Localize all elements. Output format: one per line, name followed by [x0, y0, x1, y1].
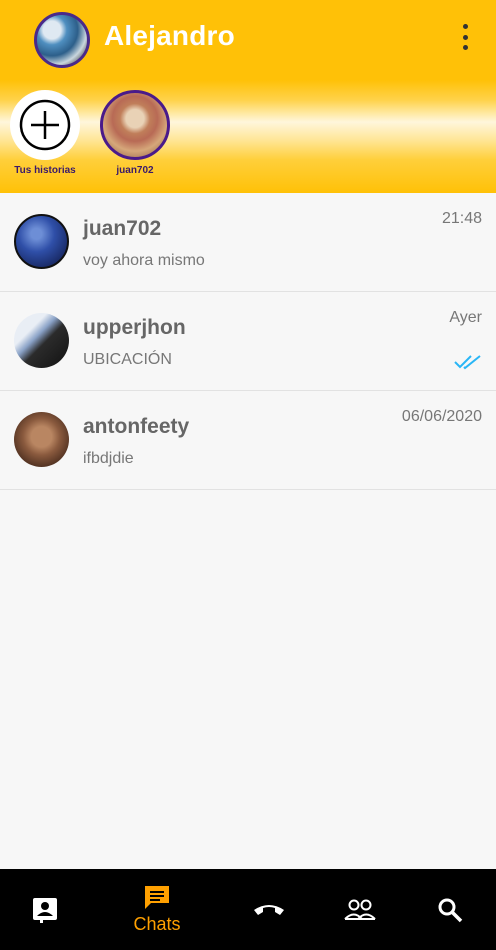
chat-last-message: voy ahora mismo — [83, 252, 205, 269]
nav-calls[interactable] — [245, 869, 293, 950]
story-avatar[interactable] — [100, 90, 170, 160]
chat-time: Ayer — [449, 309, 482, 326]
story-add-own[interactable]: Tus historias — [5, 90, 85, 176]
chat-name: juan702 — [83, 217, 162, 240]
search-icon — [438, 898, 463, 922]
nav-search[interactable] — [426, 869, 474, 950]
avatar[interactable] — [14, 214, 69, 269]
chat-icon — [145, 886, 169, 909]
add-circle-icon — [19, 99, 71, 151]
story-juan702[interactable]: juan702 — [95, 90, 175, 176]
avatar[interactable] — [14, 412, 69, 467]
app-header: Alejandro Tus historias juan702 — [0, 0, 496, 193]
phone-icon — [254, 904, 284, 915]
double-check-icon — [454, 355, 481, 370]
nav-groups[interactable] — [335, 869, 385, 950]
nav-chats[interactable]: Chats — [117, 869, 197, 950]
chat-name: antonfeety — [83, 415, 190, 438]
avatar[interactable] — [14, 313, 69, 368]
chat-row[interactable]: upperjhon UBICACIÓN Ayer — [0, 292, 496, 391]
more-vert-icon[interactable] — [458, 24, 472, 50]
chat-time: 21:48 — [441, 210, 482, 227]
chat-list: juan702 voy ahora mismo 21:48 upperjhon … — [0, 193, 496, 490]
chat-row[interactable]: antonfeety ifbdjdie 06/06/2020 — [0, 391, 496, 490]
story-add-circle[interactable] — [10, 90, 80, 160]
nav-contacts[interactable] — [20, 869, 70, 950]
nav-chats-label: Chats — [133, 914, 181, 934]
story-label: juan702 — [116, 165, 154, 176]
chat-time: 06/06/2020 — [401, 408, 482, 425]
chat-last-message: UBICACIÓN — [83, 351, 172, 368]
chat-row[interactable]: juan702 voy ahora mismo 21:48 — [0, 193, 496, 292]
chat-name: upperjhon — [83, 316, 186, 339]
groups-icon — [344, 899, 376, 920]
bottom-navigation: Chats — [0, 869, 496, 950]
chat-last-message: ifbdjdie — [83, 450, 134, 467]
story-label: Tus historias — [14, 165, 76, 176]
profile-name: Alejandro — [104, 20, 235, 51]
profile-avatar[interactable] — [34, 12, 90, 68]
contacts-icon — [33, 897, 57, 923]
